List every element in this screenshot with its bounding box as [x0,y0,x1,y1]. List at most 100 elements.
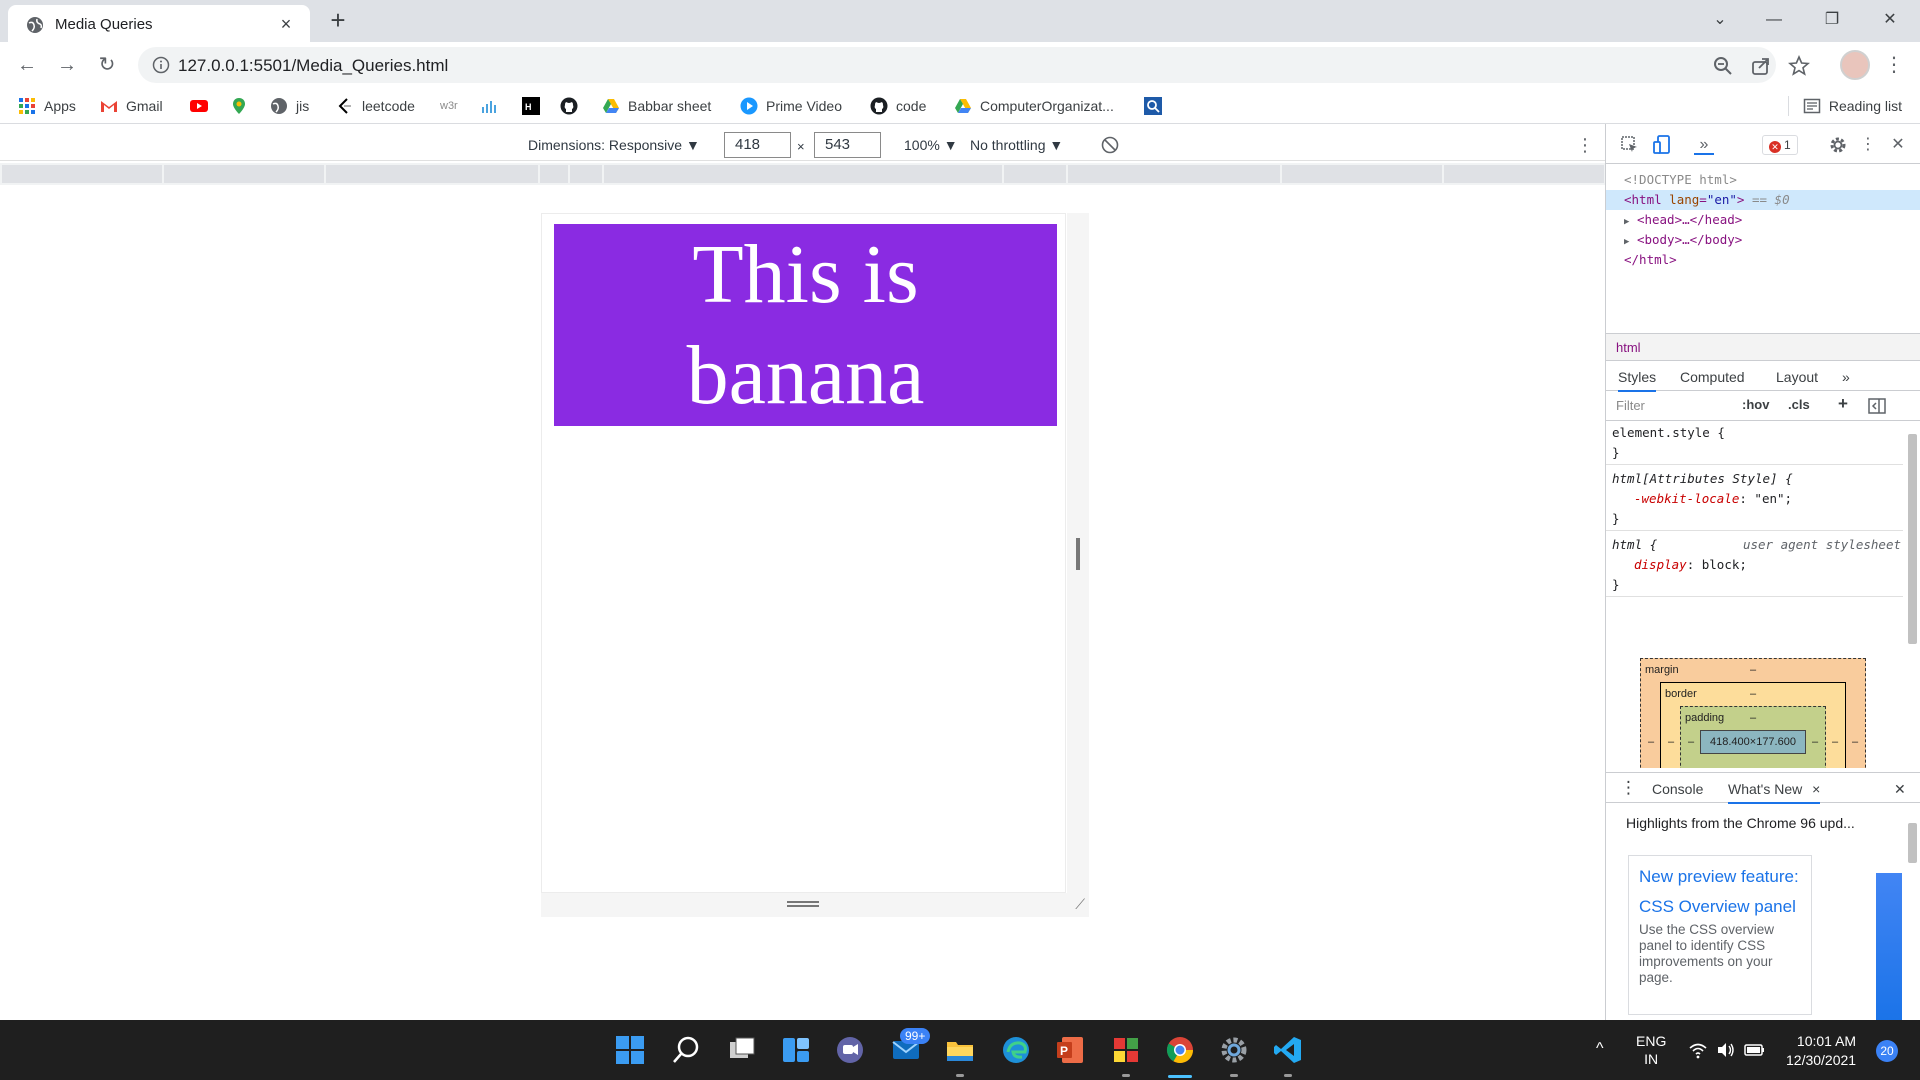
expand-arrow-icon[interactable]: ▶ [1624,217,1629,227]
bookmark-prime-video[interactable]: Prime Video [740,95,842,117]
resize-handle-right[interactable] [1067,213,1089,893]
rotate-icon[interactable] [1100,135,1120,155]
chrome-icon[interactable] [1164,1034,1196,1066]
bookmark-github[interactable] [560,95,586,117]
forward-button[interactable]: → [52,50,82,80]
scrollbar-thumb[interactable] [1908,434,1917,644]
bookmark-code[interactable]: code [870,95,926,117]
drawer-scrollbar[interactable] [1905,803,1919,1021]
wifi-icon[interactable] [1688,1041,1708,1059]
bookmark-maps[interactable] [230,95,256,117]
reading-list-button[interactable]: Reading list [1787,95,1902,117]
rule-element-style[interactable]: element.style { } [1606,421,1903,465]
teams-chat-icon[interactable] [834,1034,866,1066]
bookmark-leetcode[interactable]: leetcode [336,95,415,117]
rule-property[interactable]: display [1634,557,1687,572]
bookmark-gmail[interactable]: Gmail [100,95,163,117]
whats-new-card[interactable]: New preview feature: CSS Overview panel … [1628,855,1812,1015]
restore-button[interactable]: ❐ [1812,4,1852,36]
tab-search-icon[interactable]: ⌄ [1700,4,1740,36]
battery-icon[interactable] [1744,1041,1766,1059]
input-language[interactable]: ENG IN [1636,1032,1666,1068]
card-title[interactable]: New preview feature: CSS Overview panel [1639,862,1801,922]
site-info-icon[interactable] [152,56,170,74]
notification-badge[interactable]: 20 [1876,1040,1898,1062]
ruler-segment[interactable] [326,165,538,183]
error-counter[interactable]: ✕ 1 [1762,135,1798,155]
drawer-close-icon[interactable]: ✕ [1894,781,1906,798]
powerpoint-icon[interactable]: P [1054,1034,1086,1066]
styles-scrollbar[interactable] [1905,414,1919,754]
device-toggle-icon[interactable] [1652,135,1672,155]
browser-menu-icon[interactable]: ⋮ [1882,51,1906,79]
expand-arrow-icon[interactable]: ▶ [1624,237,1629,247]
tree-doctype[interactable]: <!DOCTYPE html> [1606,170,1920,190]
ruler-segment[interactable] [540,165,568,183]
inspect-element-icon[interactable] [1620,135,1640,155]
tree-head-node[interactable]: ▶ <head>…</head> [1606,210,1920,230]
resize-handle-bottom[interactable]: ⟋ [541,893,1089,917]
search-icon[interactable] [670,1034,702,1066]
tray-chevron-icon[interactable]: ^ [1596,1040,1604,1058]
ruler-segment[interactable] [1004,165,1066,183]
rule-value[interactable]: block; [1702,557,1747,572]
rule-value[interactable]: "en"; [1754,491,1792,506]
settings-gear-icon[interactable] [1828,135,1848,155]
new-tab-button[interactable]: + [324,7,352,35]
devtools-close-icon[interactable]: ✕ [1888,135,1908,155]
window-close-button[interactable]: ✕ [1870,4,1910,36]
share-icon[interactable] [1750,55,1772,77]
ruler-segment[interactable] [2,165,162,183]
tab-layout[interactable]: Layout [1776,369,1818,385]
close-tab-icon[interactable]: × [1812,781,1820,797]
bookmark-star-icon[interactable] [1788,55,1810,77]
box-model-content[interactable]: 418.400×177.600 [1700,730,1806,754]
hov-button[interactable]: :hov [1742,397,1769,412]
edge-icon[interactable] [1000,1034,1032,1066]
task-view-icon[interactable] [726,1034,758,1066]
ruler-segment[interactable] [164,165,324,183]
tab-media-queries[interactable]: Media Queries × [8,5,310,42]
throttling-dropdown[interactable]: No throttling ▼ [970,137,1063,153]
volume-icon[interactable] [1716,1041,1736,1059]
tab-close-icon[interactable]: × [274,12,298,36]
tree-html-node[interactable]: <html lang="en"> == $0 [1606,190,1920,210]
rule-property[interactable]: -webkit-locale [1634,491,1739,506]
toggle-sidebar-icon[interactable] [1868,398,1886,414]
tree-html-close[interactable]: </html> [1606,250,1920,270]
ruler-segment[interactable] [1068,165,1280,183]
bookmark-w3r[interactable]: w3r [440,95,458,117]
zoom-icon[interactable] [1712,55,1734,77]
new-rule-button[interactable]: + [1838,394,1848,414]
bookmark-apps[interactable]: Apps [18,95,76,117]
height-input[interactable]: 543 [814,132,881,158]
breadcrumb-html[interactable]: html [1616,340,1641,355]
bookmark-computer-organization[interactable]: ComputerOrganizat... [954,95,1114,117]
tab-whats-new[interactable]: What's New × [1728,781,1821,804]
tree-body-node[interactable]: ▶ <body>…</body> [1606,230,1920,250]
tab-computed[interactable]: Computed [1680,369,1745,385]
ruler-segment[interactable] [1444,165,1604,183]
zoom-dropdown[interactable]: 100% ▼ [904,137,958,153]
bookmark-babbar-sheet[interactable]: Babbar sheet [602,95,711,117]
bookmark-hackerrank[interactable]: H [522,95,548,117]
resize-corner-icon[interactable]: ⟋ [1075,896,1085,913]
back-button[interactable]: ← [12,50,42,80]
widgets-icon[interactable] [780,1034,812,1066]
device-more-icon[interactable]: ⋮ [1576,135,1594,156]
devtools-menu-icon[interactable]: ⋮ [1858,135,1878,155]
bookmark-search[interactable] [1144,95,1170,117]
scrollbar-thumb[interactable] [1908,823,1917,863]
bookmark-youtube[interactable] [190,95,216,117]
app-grid-color-icon[interactable] [1110,1034,1142,1066]
ruler-segment[interactable] [570,165,602,183]
settings-icon[interactable] [1218,1034,1250,1066]
width-input[interactable]: 418 [724,132,791,158]
styles-filter-input[interactable]: Filter [1612,396,1752,416]
tab-console[interactable]: Console [1652,781,1703,797]
tab-styles[interactable]: Styles [1618,369,1657,392]
drawer-menu-icon[interactable]: ⋮ [1620,778,1637,798]
more-tabs-icon[interactable]: » [1842,369,1850,385]
profile-avatar[interactable] [1840,50,1870,80]
ruler-segment[interactable] [604,165,1002,183]
